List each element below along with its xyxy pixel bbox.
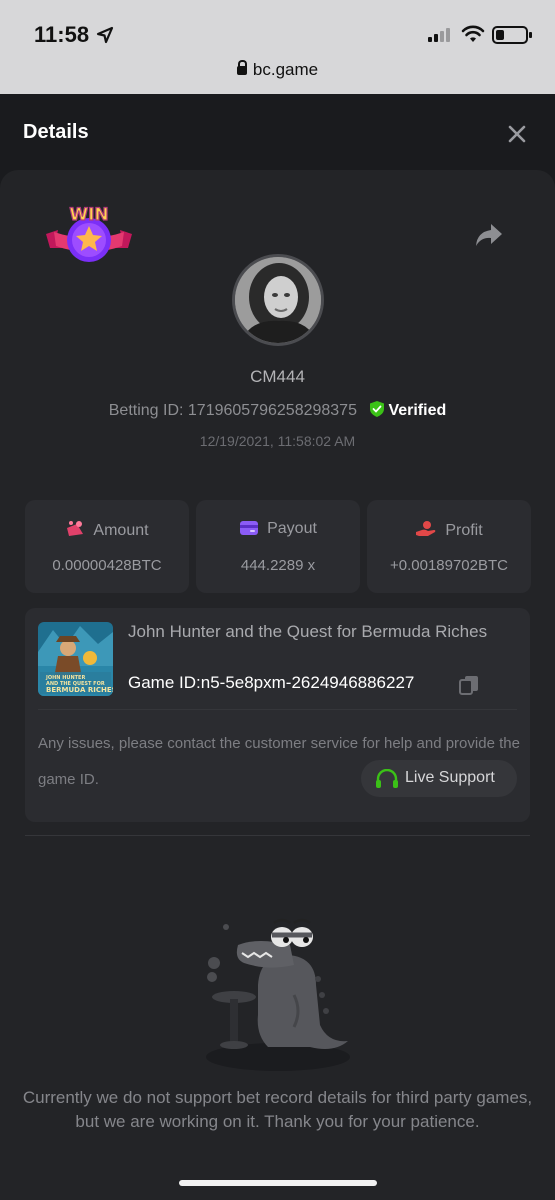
wifi-icon [461, 25, 485, 42]
bet-datetime: 12/19/2021, 11:58:02 AM [199, 433, 356, 449]
wallet-card-icon [240, 521, 259, 535]
win-badge-icon: WIN [46, 204, 132, 262]
thumbnail-text-3: BERMUDA RICHES [46, 686, 113, 694]
status-bar: 11:58 bc.game [0, 0, 555, 94]
game-name[interactable]: John Hunter and the Quest for Bermuda Ri… [128, 618, 518, 645]
profit-label-row: Profit [367, 520, 531, 540]
avatar [232, 254, 324, 346]
profit-value: +0.00189702BTC [389, 557, 508, 574]
copy-icon[interactable] [459, 675, 479, 695]
betting-id-label: Betting ID: [108, 402, 184, 419]
payout-value: 444.2289 x [240, 557, 316, 574]
profit-label: Profit [445, 522, 483, 539]
lock-icon [236, 60, 247, 75]
game-card: JOHN HUNTER AND THE QUEST FOR BERMUDA RI… [25, 608, 530, 822]
game-id-value: n5-5e8pxm-2624946886227 [200, 673, 415, 692]
card-divider [38, 709, 517, 710]
home-indicator[interactable] [179, 1180, 377, 1186]
battery-icon [492, 26, 532, 44]
close-button[interactable] [503, 120, 531, 148]
payout-label-row: Payout [196, 520, 360, 538]
betting-id-line: Betting ID: 1719605796258298375 Verified [0, 400, 555, 420]
modal-header: Details [0, 94, 555, 170]
cellular-signal-icon [428, 28, 450, 42]
third-party-notice: Currently we do not support bet record d… [22, 1088, 533, 1131]
amount-value: 0.00000428BTC [52, 557, 162, 574]
betting-id-value[interactable]: 1719605796258298375 [188, 402, 357, 419]
game-thumbnail[interactable]: JOHN HUNTER AND THE QUEST FOR BERMUDA RI… [38, 622, 113, 696]
live-support-label: Live Support [405, 769, 495, 786]
win-badge-text: WIN [69, 205, 108, 225]
payout-label: Payout [267, 520, 317, 537]
game-id-label: Game ID: [128, 673, 201, 692]
hand-coin-icon [416, 521, 436, 536]
game-id-line: Game ID:n5-5e8pxm-2624946886227 [128, 673, 414, 693]
verified-shield-icon [370, 401, 385, 417]
amount-label-row: Amount [25, 520, 189, 540]
verified-label: Verified [388, 402, 447, 419]
page-title: Details [23, 121, 89, 143]
amount-label: Amount [93, 522, 149, 539]
user-photo [235, 257, 321, 343]
url-text: bc.game [252, 60, 319, 79]
section-divider [25, 835, 530, 836]
share-icon[interactable] [474, 222, 504, 248]
amount-card: Amount 0.00000428BTC [25, 500, 189, 593]
address-bar[interactable]: bc.game [0, 60, 555, 80]
profit-card: Profit +0.00189702BTC [367, 500, 531, 593]
coins-icon [67, 521, 84, 536]
live-support-button[interactable]: Live Support [361, 760, 517, 797]
username: CM444 [250, 367, 305, 386]
crocodile-mascot-icon [206, 918, 350, 1071]
status-time: 11:58 [34, 22, 90, 47]
payout-card: Payout 444.2289 x [196, 500, 360, 593]
headset-icon [376, 769, 398, 788]
location-arrow-icon [96, 26, 114, 44]
